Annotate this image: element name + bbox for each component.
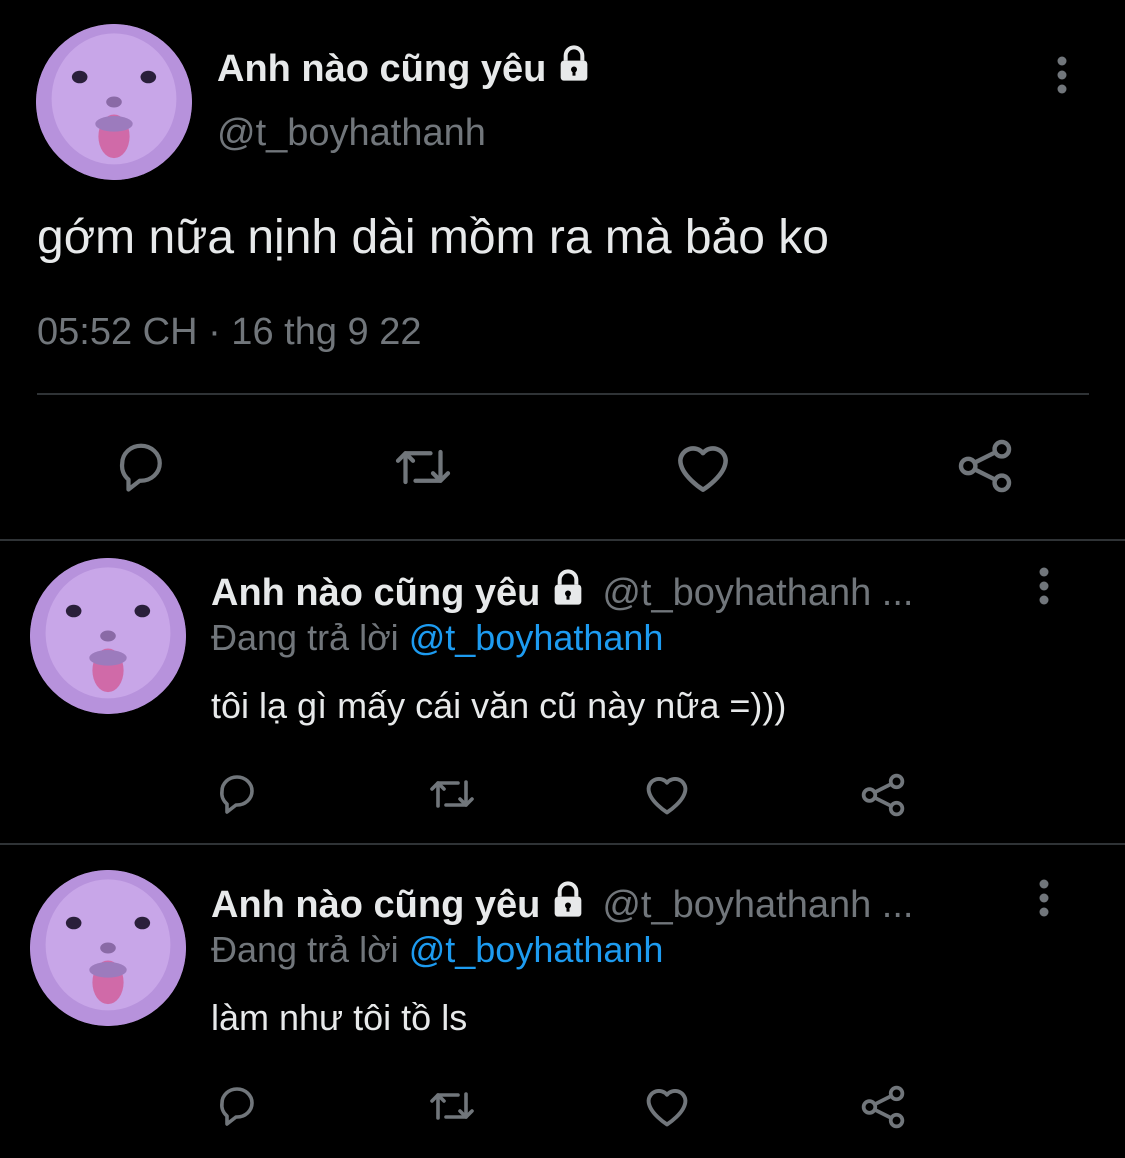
retweet-icon[interactable] <box>389 437 457 502</box>
replying-to-prefix: Đang trả lời <box>211 617 399 658</box>
display-name-text: Anh nào cũng yêu <box>211 883 541 926</box>
lock-icon <box>554 44 594 94</box>
reply-icon[interactable] <box>213 1082 261 1135</box>
divider <box>0 539 1125 541</box>
cat-avatar-image <box>30 558 186 714</box>
divider <box>0 843 1125 845</box>
share-icon[interactable] <box>858 1082 908 1137</box>
main-display-name[interactable]: Anh nào cũng yêu <box>217 44 594 94</box>
display-name-text: Anh nào cũng yêu <box>211 571 541 614</box>
retweet-icon[interactable] <box>424 1082 480 1135</box>
like-icon[interactable] <box>641 1080 693 1137</box>
mention-link[interactable]: @t_boyhathanh <box>409 617 664 658</box>
lock-icon <box>548 568 588 618</box>
reply-text: tôi lạ gì mấy cái văn cũ này nữa =))) <box>211 685 787 726</box>
like-icon[interactable] <box>671 435 735 504</box>
tweet-timestamp[interactable]: 05:52 CH · 16 thg 9 22 <box>37 311 421 354</box>
avatar[interactable] <box>30 558 186 714</box>
mention-link[interactable]: @t_boyhathanh <box>409 929 664 970</box>
main-handle[interactable]: @t_boyhathanh <box>217 112 486 155</box>
tweet-text: gớm nữa nịnh dài mồm ra mà bảo ko <box>37 211 829 264</box>
reply-icon[interactable] <box>111 437 171 502</box>
reply-handle: @t_boyhathanh ... <box>602 883 914 926</box>
cat-avatar-image <box>36 24 192 180</box>
reply-header[interactable]: Anh nào cũng yêu @t_boyhathanh ... <box>211 568 913 618</box>
share-icon[interactable] <box>858 770 908 825</box>
cat-avatar-image <box>30 870 186 1026</box>
more-options-icon[interactable] <box>1050 55 1074 100</box>
reply-text: làm như tôi tồ ls <box>211 997 468 1038</box>
display-name-text: Anh nào cũng yêu <box>217 47 547 90</box>
more-options-icon[interactable] <box>1032 566 1056 611</box>
retweet-icon[interactable] <box>424 770 480 823</box>
lock-icon <box>548 880 588 930</box>
replying-to-prefix: Đang trả lời <box>211 929 399 970</box>
share-icon[interactable] <box>954 435 1016 502</box>
divider <box>37 393 1089 395</box>
avatar[interactable] <box>36 24 192 180</box>
reply-icon[interactable] <box>213 770 261 823</box>
like-icon[interactable] <box>641 768 693 825</box>
reply-handle: @t_boyhathanh ... <box>602 571 914 614</box>
replying-to-line: Đang trả lời @t_boyhathanh <box>211 617 663 659</box>
more-options-icon[interactable] <box>1032 878 1056 923</box>
reply-header[interactable]: Anh nào cũng yêu @t_boyhathanh ... <box>211 880 913 930</box>
replying-to-line: Đang trả lời @t_boyhathanh <box>211 929 663 971</box>
avatar[interactable] <box>30 870 186 1026</box>
